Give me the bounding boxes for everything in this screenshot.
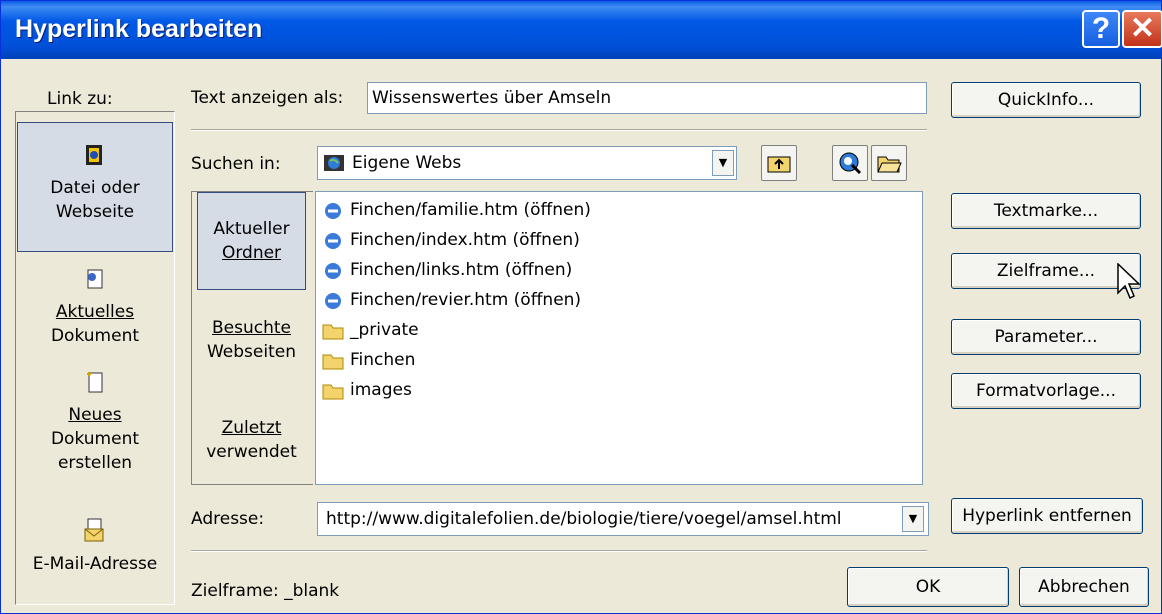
nav-new-line2: Dokument bbox=[50, 429, 140, 449]
mouse-pointer-icon bbox=[1117, 263, 1141, 300]
ie-document-icon bbox=[325, 293, 341, 309]
search-web-icon bbox=[839, 152, 862, 175]
view-browsed-line1: Besuchte bbox=[212, 318, 291, 338]
folder-icon bbox=[322, 384, 344, 400]
address-combo[interactable]: http://www.digitalefolien.de/biologie/ti… bbox=[317, 502, 929, 536]
target-frame-button[interactable]: Zielframe... bbox=[951, 253, 1141, 289]
file-name: images bbox=[350, 380, 412, 400]
ok-button[interactable]: OK bbox=[847, 567, 1009, 607]
address-value: http://www.digitalefolien.de/biologie/ti… bbox=[326, 509, 842, 529]
file-name: Finchen/revier.htm (öffnen) bbox=[350, 290, 582, 310]
style-button[interactable]: Formatvorlage... bbox=[951, 373, 1141, 409]
look-in-value: Eigene Webs bbox=[352, 153, 462, 173]
hyperlink-dialog: Hyperlink bearbeiten ? ✕ Link zu: Datei … bbox=[0, 0, 1162, 614]
open-folder-icon bbox=[877, 156, 902, 173]
top-divider bbox=[191, 129, 927, 131]
view-browsed-pages[interactable]: Besuchte Webseiten bbox=[197, 316, 306, 364]
display-text-label: Text anzeigen als: bbox=[191, 88, 344, 108]
folder-icon bbox=[322, 354, 344, 370]
view-current-line2: Ordner bbox=[221, 243, 282, 263]
ie-document-icon bbox=[325, 233, 341, 249]
dialog-title: Hyperlink bearbeiten bbox=[15, 15, 263, 43]
nav-email-address[interactable]: E-Mail-Adresse bbox=[17, 517, 173, 597]
file-name: Finchen/links.htm (öffnen) bbox=[350, 260, 573, 280]
web-page-icon bbox=[86, 145, 102, 165]
title-bar[interactable]: Hyperlink bearbeiten ? ✕ bbox=[1, 1, 1162, 59]
nav-new-document[interactable]: Neues Dokument erstellen bbox=[17, 370, 173, 485]
address-label: Adresse: bbox=[191, 509, 265, 529]
help-button[interactable]: ? bbox=[1082, 10, 1120, 48]
address-dropdown-icon[interactable]: ▼ bbox=[902, 506, 924, 532]
folder-icon bbox=[322, 324, 344, 340]
close-button[interactable]: ✕ bbox=[1122, 10, 1162, 48]
look-in-label: Suchen in: bbox=[191, 154, 281, 174]
up-folder-icon bbox=[767, 156, 791, 173]
nav-email-line1: E-Mail-Adresse bbox=[32, 554, 158, 574]
link-to-pane: Datei oder Webseite Aktuelles Dokument N… bbox=[15, 111, 175, 605]
view-recent-line1: Zuletzt bbox=[221, 418, 282, 438]
bookmark-button[interactable]: Textmarke... bbox=[951, 193, 1141, 229]
nav-current-document[interactable]: Aktuelles Dokument bbox=[17, 267, 173, 362]
link-to-label: Link zu: bbox=[47, 89, 113, 109]
look-in-combo[interactable]: Eigene Webs ▼ bbox=[317, 146, 737, 180]
browse-file-button[interactable] bbox=[871, 145, 907, 181]
nav-new-line1: Neues bbox=[68, 405, 122, 425]
up-folder-button[interactable] bbox=[761, 145, 797, 181]
view-current-line1: Aktueller bbox=[213, 219, 290, 239]
view-current-folder[interactable]: Aktueller Ordner bbox=[197, 192, 306, 290]
file-name: Finchen/index.htm (öffnen) bbox=[350, 230, 580, 250]
remove-hyperlink-button[interactable]: Hyperlink entfernen bbox=[951, 498, 1143, 534]
file-list[interactable]: Finchen/familie.htm (öffnen) Finchen/ind… bbox=[315, 191, 923, 485]
ie-document-icon bbox=[325, 263, 341, 279]
view-recent-line2: verwendet bbox=[206, 442, 297, 462]
nav-file-line1: Datei oder bbox=[50, 178, 140, 198]
view-pane: Aktueller Ordner Besuchte Webseiten Zule… bbox=[191, 191, 313, 485]
file-name: Finchen/familie.htm (öffnen) bbox=[350, 200, 591, 220]
list-item[interactable]: images bbox=[322, 376, 412, 404]
list-item[interactable]: _private bbox=[322, 316, 419, 344]
email-icon bbox=[84, 518, 104, 542]
list-item[interactable]: Finchen/index.htm (öffnen) bbox=[322, 226, 580, 254]
nav-file-or-webpage[interactable]: Datei oder Webseite bbox=[17, 122, 173, 252]
list-item[interactable]: Finchen/links.htm (öffnen) bbox=[322, 256, 572, 284]
ie-document-icon bbox=[325, 203, 341, 219]
list-item[interactable]: Finchen/revier.htm (öffnen) bbox=[322, 286, 581, 314]
parameter-button[interactable]: Parameter... bbox=[951, 319, 1141, 355]
file-name: Finchen bbox=[350, 350, 416, 370]
nav-current-line1: Aktuelles bbox=[55, 302, 135, 322]
nav-current-line2: Dokument bbox=[50, 326, 140, 346]
cancel-button[interactable]: Abbrechen bbox=[1019, 567, 1149, 607]
nav-new-line3: erstellen bbox=[57, 453, 133, 473]
list-item[interactable]: Finchen bbox=[322, 346, 415, 374]
web-folder-icon bbox=[324, 155, 344, 171]
bottom-divider bbox=[191, 550, 927, 552]
browse-web-button[interactable] bbox=[832, 145, 868, 181]
view-browsed-line2: Webseiten bbox=[206, 342, 296, 362]
new-document-icon bbox=[87, 372, 103, 393]
target-frame-status: Zielframe: _blank bbox=[191, 581, 340, 601]
display-text-input[interactable]: Wissenswertes über Amseln bbox=[367, 82, 927, 114]
nav-file-line2: Webseite bbox=[55, 202, 135, 222]
chevron-down-icon[interactable]: ▼ bbox=[712, 150, 734, 176]
file-name: _private bbox=[350, 320, 419, 340]
document-icon bbox=[87, 269, 103, 289]
view-recent-files[interactable]: Zuletzt verwendet bbox=[197, 416, 306, 464]
list-item[interactable]: Finchen/familie.htm (öffnen) bbox=[322, 196, 591, 224]
quickinfo-button[interactable]: QuickInfo... bbox=[951, 82, 1141, 118]
